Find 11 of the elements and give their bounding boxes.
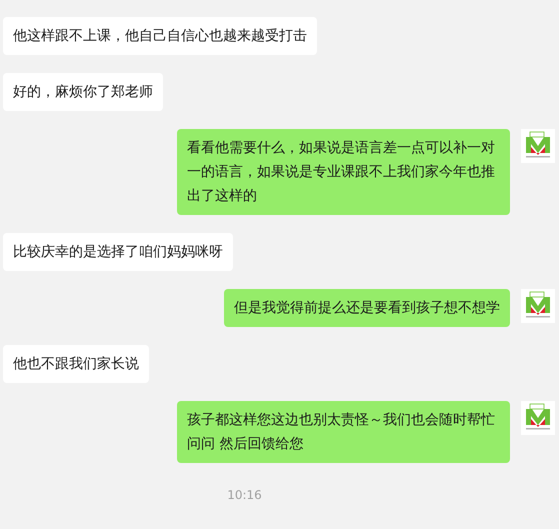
timestamp: 10:16 bbox=[227, 487, 262, 504]
message-bubble: 好的，麻烦你了郑老师 bbox=[3, 73, 163, 111]
message-bubble: 他也不跟我们家长说 bbox=[3, 345, 149, 383]
logo-avatar bbox=[521, 289, 555, 323]
message-bubble: 看看他需要什么，如果说是语言差一点可以补一对一的语言，如果说是专业课跟不上我们家今年也推出了这样的 bbox=[177, 129, 510, 215]
message-bubble: 孩子都这样您这边也别太责怪～我们也会随时帮忙问问 然后回馈给您 bbox=[177, 401, 510, 463]
message-bubble: 比较庆幸的是选择了咱们妈妈咪呀 bbox=[3, 233, 233, 271]
message-bubble: 但是我觉得前提么还是要看到孩子想不想学 bbox=[224, 289, 510, 327]
logo-avatar bbox=[521, 401, 555, 435]
message-bubble: 他这样跟不上课，他自己自信心也越来越受打击 bbox=[3, 17, 317, 55]
logo-avatar bbox=[521, 129, 555, 163]
